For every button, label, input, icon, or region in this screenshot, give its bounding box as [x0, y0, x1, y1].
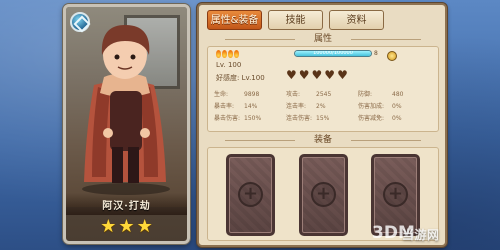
hero-name-bar: 阿汉·打劫 [66, 193, 187, 215]
heart-icon: ♥ [337, 68, 348, 82]
stat-label: 暴击伤害: [214, 115, 241, 122]
watermark-logo: 3DM [372, 223, 415, 243]
heart-icon: ♥ [324, 68, 336, 82]
attributes-box: Lv. 100 100000/100000 8 好感度: Lv.100 ♥ ♥ … [207, 46, 439, 132]
stat-crit-rate: 暴击率: 14% [214, 101, 286, 113]
stat-label: 连击伤害: [286, 115, 313, 122]
add-equipment-icon: + [238, 182, 263, 207]
stats-row: 暴击率: 14% 连击率: 2% 伤害加成: 0% [214, 101, 438, 113]
stat-label: 生命: [214, 91, 229, 98]
stat-value: 2545 [316, 91, 332, 98]
flame-icon [216, 50, 221, 58]
watermark-text: 当游网 [402, 228, 440, 242]
heart-icon: ♥ [298, 68, 310, 82]
favor-hearts: ♥ ♥ ♥ ♥ ♥ [286, 69, 348, 81]
star-icon: ★ [118, 216, 135, 237]
stat-value: 150% [244, 115, 262, 122]
star-icon: ★ [100, 216, 117, 237]
tab-attributes-equipment[interactable]: 属性&装备 [207, 10, 262, 30]
star-icon: ★ [136, 216, 153, 237]
equipment-slot[interactable]: + [226, 154, 275, 236]
stats-grid: 生命: 9898 攻击: 2545 防御: 480 暴击率: 14% 连击率: … [214, 89, 438, 125]
exp-progress-text: 100000/100000 [313, 50, 353, 56]
stat-label: 攻击: [286, 91, 301, 98]
stat-value: 14% [244, 103, 258, 110]
favor-level: 好感度: Lv.100 [216, 74, 265, 82]
stat-combo-damage: 连击伤害: 15% [286, 113, 358, 125]
add-equipment-icon: + [383, 182, 408, 207]
exp-tag: 8 [374, 50, 378, 57]
stat-value: 480 [392, 91, 404, 98]
hero-star-rating: ★ ★ ★ [66, 217, 187, 237]
flame-icon [234, 50, 239, 58]
equipment-section-title: 装备 [207, 134, 439, 147]
coin-icon[interactable] [387, 51, 397, 61]
stat-label: 伤害加成: [358, 103, 385, 110]
rank-flames [216, 50, 239, 58]
stats-row: 暴击伤害: 150% 连击伤害: 15% 伤害减免: 0% [214, 113, 438, 125]
stat-hp: 生命: 9898 [214, 89, 286, 101]
stat-value: 2% [316, 103, 326, 110]
stat-crit-damage: 暴击伤害: 150% [214, 113, 286, 125]
stat-attack: 攻击: 2545 [286, 89, 358, 101]
hero-class-icon [70, 12, 90, 32]
hero-portrait [82, 25, 170, 195]
hero-level: Lv. 100 [216, 61, 242, 69]
attributes-section-title: 属性 [207, 33, 439, 46]
stat-value: 9898 [244, 91, 260, 98]
stat-label: 防御: [358, 91, 373, 98]
stats-row: 生命: 9898 攻击: 2545 防御: 480 [214, 89, 438, 101]
equipment-slot[interactable]: + [299, 154, 348, 236]
stat-value: 0% [392, 103, 402, 110]
tab-skills[interactable]: 技能 [268, 10, 323, 30]
stat-label: 连击率: [286, 103, 307, 110]
hero-info-panel: 属性&装备 技能 资料 属性 Lv. 100 100000/100000 8 好… [197, 3, 447, 247]
stat-damage-reduction: 伤害减免: 0% [358, 113, 434, 125]
stat-defense: 防御: 480 [358, 89, 434, 101]
heart-icon: ♥ [286, 68, 297, 82]
stat-damage-bonus: 伤害加成: 0% [358, 101, 434, 113]
flame-icon [222, 50, 227, 58]
hero-card[interactable]: 阿汉·打劫 ★ ★ ★ [63, 4, 190, 244]
flame-icon [228, 50, 233, 58]
stat-label: 暴击率: [214, 103, 235, 110]
info-tabs: 属性&装备 技能 资料 [207, 10, 384, 32]
stat-value: 0% [392, 115, 402, 122]
stat-value: 15% [316, 115, 330, 122]
tab-profile[interactable]: 资料 [329, 10, 384, 30]
heart-icon: ♥ [311, 68, 323, 82]
exp-progress-bar: 100000/100000 [294, 50, 372, 57]
add-equipment-icon: + [311, 182, 336, 207]
hero-name: 阿汉·打劫 [102, 200, 151, 212]
stat-combo-rate: 连击率: 2% [286, 101, 358, 113]
stat-label: 伤害减免: [358, 115, 385, 122]
